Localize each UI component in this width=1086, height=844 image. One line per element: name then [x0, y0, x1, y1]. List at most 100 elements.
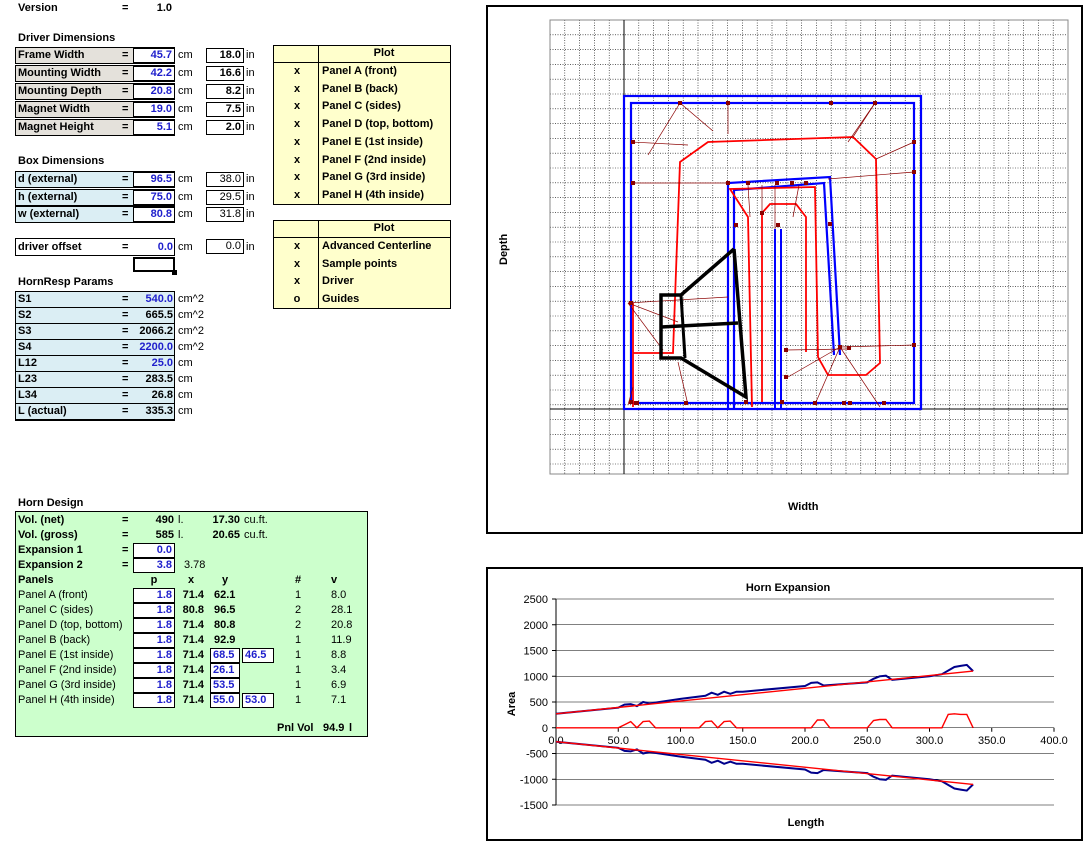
- x-tick-label: 200.0: [791, 735, 819, 747]
- x-tick-label: 0.0: [548, 735, 563, 747]
- plot-item-label: Panel A (front): [322, 65, 397, 77]
- plot-flag-toggle[interactable]: x: [285, 170, 309, 185]
- panel-p-input[interactable]: 1.8: [133, 678, 175, 693]
- hornresp-eq: =: [122, 325, 129, 337]
- plot-flag-toggle[interactable]: x: [285, 64, 309, 79]
- driver-offset-in[interactable]: 0.0: [206, 239, 244, 254]
- driver-cm-input[interactable]: 5.1: [133, 120, 175, 135]
- box-cm-input[interactable]: 96.5: [133, 172, 175, 187]
- panel-p-input[interactable]: 1.8: [133, 693, 175, 708]
- chart-xlabel: Length: [788, 817, 825, 829]
- guide-line: [630, 141, 689, 146]
- driver-cm-input[interactable]: 45.7: [133, 48, 175, 63]
- selected-cell[interactable]: [133, 257, 175, 272]
- box-in-value[interactable]: 31.8: [206, 207, 244, 222]
- driver-in-value[interactable]: 18.0: [206, 48, 244, 63]
- panel-y-input[interactable]: 55.0: [210, 693, 240, 708]
- plot-flag-toggle[interactable]: x: [285, 82, 309, 97]
- plot-item-label: Advanced Centerline: [322, 240, 432, 252]
- fill-handle[interactable]: [172, 270, 177, 275]
- driver-in-value[interactable]: 8.2: [206, 84, 244, 99]
- panel-count: 1: [294, 664, 302, 676]
- panel-y: 62.1: [214, 589, 236, 601]
- box-row-eq: =: [122, 173, 129, 185]
- hornresp-value: 665.5: [145, 309, 173, 321]
- driver-cm-input[interactable]: 20.8: [133, 84, 175, 99]
- hornresp-value[interactable]: 2200.0: [130, 340, 173, 355]
- driver-in-value[interactable]: 16.6: [206, 66, 244, 81]
- plot-item-label: Panel D (top, bottom): [322, 118, 434, 131]
- plot-flag-toggle[interactable]: x: [285, 239, 309, 254]
- panel-volume: 7.1: [331, 694, 347, 706]
- panel-p-input[interactable]: 1.8: [133, 648, 175, 663]
- hornresp-unit: cm: [178, 357, 193, 369]
- hornresp-label: L34: [18, 389, 37, 401]
- driver-offset-cm-unit: cm: [178, 241, 193, 253]
- sample-point: [635, 401, 639, 405]
- box-in-value[interactable]: 38.0: [206, 172, 244, 187]
- series-line-0: [555, 663, 974, 715]
- hornresp-value[interactable]: 540.0: [130, 292, 173, 307]
- panel-p-input[interactable]: 1.8: [133, 618, 175, 633]
- driver-cm-input[interactable]: 42.2: [133, 66, 175, 81]
- chart-title: Horn Expansion: [746, 582, 831, 594]
- plot-flag-toggle[interactable]: x: [285, 188, 309, 203]
- version-value[interactable]: 1.0: [140, 1, 172, 16]
- driver-offset-cm[interactable]: 0.0: [140, 240, 173, 255]
- plot-flag-toggle[interactable]: x: [285, 99, 309, 114]
- panel-p-input[interactable]: 1.8: [133, 588, 175, 603]
- layout-chart-panel[interactable]: Width Depth: [486, 5, 1083, 534]
- hornresp-label: S4: [18, 341, 32, 353]
- driver-in-unit: in: [246, 49, 255, 61]
- panel-y-input[interactable]: 26.1: [210, 663, 240, 678]
- plot-flag-toggle[interactable]: x: [285, 135, 309, 150]
- plot-flag-toggle[interactable]: x: [285, 257, 309, 272]
- panel-p-input[interactable]: 1.8: [133, 663, 175, 678]
- vol-gross-l-unit: l.: [178, 529, 184, 541]
- sample-point: [744, 400, 748, 404]
- driver-cm-unit: cm: [178, 85, 193, 97]
- hornresp-unit: cm^2: [178, 325, 204, 337]
- plot-flag-toggle[interactable]: o: [285, 292, 309, 307]
- driver-offset-eq: =: [122, 241, 129, 253]
- box-in-value[interactable]: 29.5: [206, 190, 244, 205]
- driver-cm-input[interactable]: 19.0: [133, 102, 175, 117]
- exp2-input[interactable]: 3.8: [133, 558, 175, 573]
- hornresp-unit: cm^2: [178, 341, 204, 353]
- plot-item-label: Panel G (3rd inside): [322, 171, 426, 184]
- driver-in-value[interactable]: 7.5: [206, 102, 244, 117]
- driver-in-value[interactable]: 2.0: [206, 120, 244, 135]
- plot-flag-toggle[interactable]: x: [285, 153, 309, 168]
- driver-row-label: Frame Width: [18, 49, 85, 61]
- panel-name: Panel D (top, bottom): [18, 619, 123, 631]
- pnl-vol-unit: l: [349, 722, 353, 734]
- horn-expansion-panel[interactable]: Horn Expansion Length Area 2500 2000 1500 1000…: [486, 567, 1083, 841]
- sample-point: [842, 401, 846, 405]
- panel-p-input[interactable]: 1.8: [133, 603, 175, 618]
- panel-y-input[interactable]: 68.5: [210, 648, 240, 663]
- plot-item-label: Panel H (4th inside): [322, 188, 425, 201]
- column-divider: [318, 220, 319, 309]
- box-row-label: w (external): [18, 208, 80, 220]
- plot-flag-toggle[interactable]: x: [285, 274, 309, 289]
- panel-count: 1: [294, 634, 302, 646]
- guide-line: [679, 102, 714, 132]
- driver-row-label: Mounting Depth: [18, 85, 102, 97]
- p-header: p: [150, 574, 158, 586]
- driver-title: Driver Dimensions: [18, 32, 116, 44]
- hornresp-value: 335.3: [145, 405, 173, 417]
- driver-offset-label: driver offset: [18, 241, 82, 253]
- panel-y: 80.8: [214, 619, 236, 631]
- box-cm-input[interactable]: 75.0: [133, 190, 175, 205]
- box-cm-input[interactable]: 80.8: [133, 207, 175, 222]
- sample-point: [631, 181, 635, 185]
- plot-flag-toggle[interactable]: x: [285, 117, 309, 132]
- panel-y2-input[interactable]: 53.0: [242, 693, 274, 708]
- panel-y-input[interactable]: 53.5: [210, 678, 240, 693]
- panel-y2-input[interactable]: 46.5: [242, 648, 274, 663]
- panel-p-input[interactable]: 1.8: [133, 633, 175, 648]
- hornresp-value[interactable]: 25.0: [130, 356, 173, 371]
- exp1-input[interactable]: 0.0: [133, 543, 175, 558]
- series-line-2: [556, 713, 974, 729]
- sample-point: [912, 170, 916, 174]
